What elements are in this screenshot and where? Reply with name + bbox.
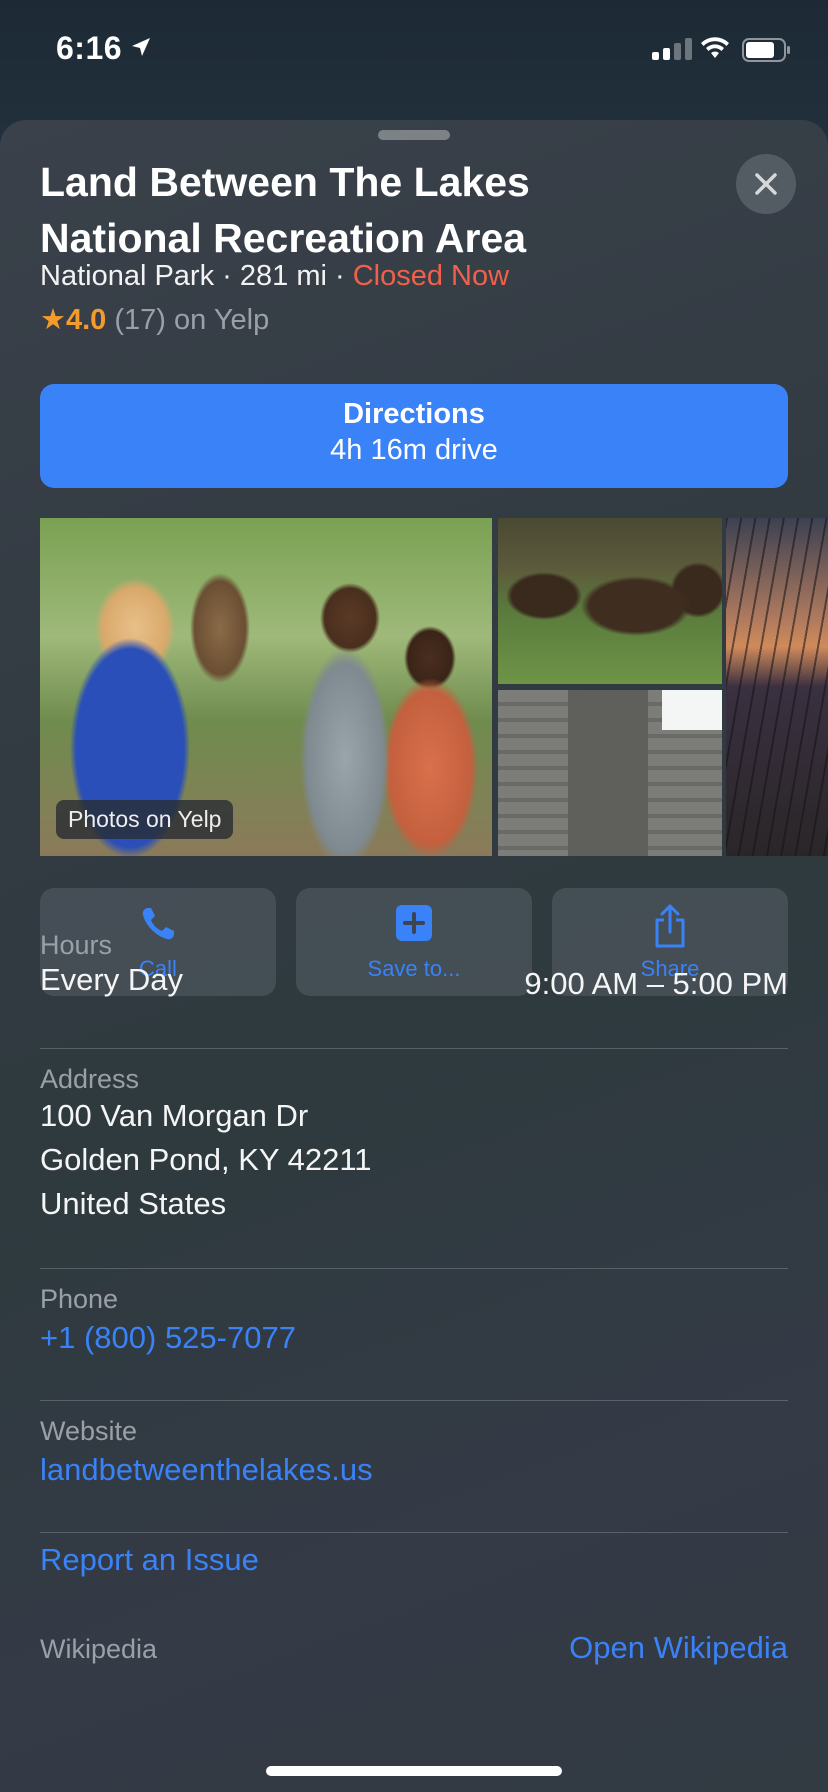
- photo-owl-family[interactable]: Photos on Yelp: [40, 518, 492, 856]
- open-wikipedia-link[interactable]: Open Wikipedia: [569, 1630, 788, 1666]
- address-line3[interactable]: United States: [40, 1182, 226, 1226]
- open-status: Closed Now: [352, 260, 510, 292]
- share-icon: [655, 904, 685, 948]
- divider: [40, 1400, 788, 1401]
- signal-icon: [652, 38, 692, 60]
- photo-bison[interactable]: [498, 518, 722, 684]
- divider: [40, 1268, 788, 1269]
- directions-sublabel: 4h 16m drive: [330, 434, 498, 466]
- place-card[interactable]: Land Between The Lakes National Recreati…: [0, 120, 828, 1792]
- rating-row[interactable]: ★4.0 (17) on Yelp: [40, 302, 269, 337]
- place-category: National Park: [40, 260, 215, 292]
- report-issue-link[interactable]: Report an Issue: [40, 1542, 259, 1578]
- photo-gallery[interactable]: Photos on Yelp: [40, 518, 828, 858]
- address-line1[interactable]: 100 Van Morgan Dr: [40, 1094, 308, 1138]
- photos-on-yelp-label[interactable]: Photos on Yelp: [56, 800, 234, 839]
- rating-score: 4.0: [66, 304, 107, 336]
- battery-icon: [742, 38, 790, 62]
- directions-button[interactable]: Directions 4h 16m drive: [40, 384, 788, 488]
- hours-time: 9:00 AM – 5:00 PM: [524, 966, 788, 1001]
- photo-lake-sunset[interactable]: [726, 518, 828, 856]
- directions-label: Directions: [343, 398, 485, 430]
- place-title: Land Between The Lakes National Recreati…: [40, 159, 530, 261]
- place-distance: 281 mi: [239, 260, 327, 292]
- website-link[interactable]: landbetweenthelakes.us: [40, 1452, 373, 1488]
- phone-icon: [142, 908, 174, 940]
- sheet-grabber[interactable]: [378, 130, 450, 140]
- hours-label: Hours: [40, 930, 113, 960]
- rating-source: on Yelp: [174, 304, 270, 336]
- photo-stone-furnace[interactable]: [498, 690, 722, 856]
- website-label: Website: [40, 1416, 138, 1446]
- status-time: 6:16: [56, 30, 123, 66]
- divider: [40, 1532, 788, 1533]
- save-to-label: Save to...: [367, 956, 461, 981]
- hours-day: Every Day: [40, 962, 183, 997]
- address-label: Address: [40, 1064, 140, 1094]
- place-subtitle: National Park · 281 mi · Closed Now: [40, 260, 510, 292]
- phone-link[interactable]: +1 (800) 525-7077: [40, 1320, 296, 1356]
- home-indicator[interactable]: [266, 1766, 562, 1776]
- phone-label: Phone: [40, 1284, 119, 1314]
- status-bar: 6:16: [0, 0, 828, 100]
- star-icon: ★: [40, 304, 66, 336]
- close-icon: [755, 173, 777, 195]
- address-line2[interactable]: Golden Pond, KY 42211: [40, 1138, 372, 1182]
- location-arrow-icon: [132, 38, 150, 56]
- wikipedia-label: Wikipedia: [40, 1634, 158, 1664]
- save-to-button[interactable]: Save to...: [296, 888, 532, 996]
- close-button[interactable]: [736, 154, 796, 214]
- divider: [40, 1048, 788, 1049]
- wifi-icon: [701, 37, 729, 58]
- add-square-icon: [396, 905, 432, 941]
- review-count: (17): [114, 304, 166, 336]
